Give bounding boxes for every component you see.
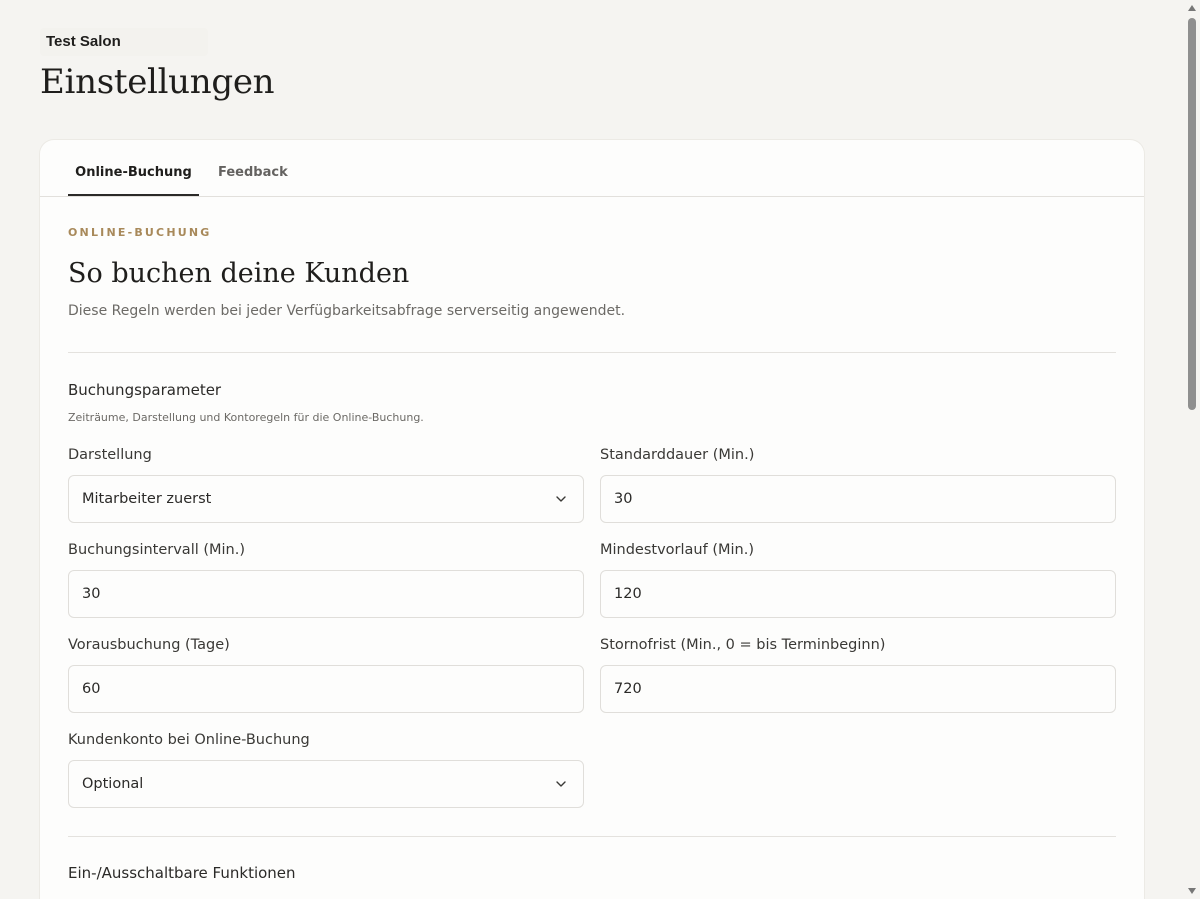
tab-online-buchung[interactable]: Online-Buchung	[68, 140, 199, 196]
chevron-down-icon	[556, 496, 566, 502]
kundenkonto-select-value: Optional	[82, 776, 144, 792]
standarddauer-field[interactable]: 30	[600, 475, 1116, 523]
tab-bar: Online-Buchung Feedback	[40, 140, 1144, 197]
darstellung-select-value: Mitarbeiter zuerst	[82, 491, 212, 507]
vorausbuchung-value: 60	[82, 681, 101, 697]
label-kundenkonto: Kundenkonto bei Online-Buchung	[68, 732, 310, 748]
scrollbar-thumb[interactable]	[1188, 18, 1196, 410]
scroll-down-arrow-icon[interactable]	[1188, 888, 1196, 894]
section-eyebrow: ONLINE-BUCHUNG	[68, 226, 212, 239]
settings-card: Online-Buchung Feedback ONLINE-BUCHUNG S…	[40, 140, 1144, 899]
group-title-buchungsparameter: Buchungsparameter	[68, 381, 222, 399]
tab-feedback[interactable]: Feedback	[218, 140, 288, 196]
standarddauer-value: 30	[614, 491, 633, 507]
page-title: Einstellungen	[40, 62, 275, 102]
divider	[68, 836, 1116, 837]
label-stornofrist: Stornofrist (Min., 0 = bis Terminbeginn)	[600, 637, 886, 653]
chevron-down-icon	[556, 781, 566, 787]
mindestvorlauf-value: 120	[614, 586, 642, 602]
salon-name: Test Salon	[40, 28, 208, 56]
label-vorausbuchung: Vorausbuchung (Tage)	[68, 637, 230, 653]
label-standarddauer: Standarddauer (Min.)	[600, 447, 755, 463]
group-title-funktionen: Ein-/Ausschaltbare Funktionen	[68, 864, 296, 882]
label-buchungsintervall: Buchungsintervall (Min.)	[68, 542, 246, 558]
section-description: Diese Regeln werden bei jeder Verfügbark…	[68, 303, 626, 319]
section-heading: So buchen deine Kunden	[68, 258, 410, 289]
page-scrollbar[interactable]	[1184, 0, 1200, 899]
settings-page: Test Salon Einstellungen Online-Buchung …	[0, 0, 1200, 899]
stornofrist-value: 720	[614, 681, 642, 697]
stornofrist-field[interactable]: 720	[600, 665, 1116, 713]
kundenkonto-select[interactable]: Optional	[68, 760, 584, 808]
label-darstellung: Darstellung	[68, 447, 152, 463]
label-mindestvorlauf: Mindestvorlauf (Min.)	[600, 542, 754, 558]
vorausbuchung-field[interactable]: 60	[68, 665, 584, 713]
scroll-up-arrow-icon[interactable]	[1188, 5, 1196, 11]
mindestvorlauf-field[interactable]: 120	[600, 570, 1116, 618]
buchungsintervall-value: 30	[82, 586, 101, 602]
group-description-buchungsparameter: Zeiträume, Darstellung und Kontoregeln f…	[68, 411, 424, 424]
divider	[68, 352, 1116, 353]
darstellung-select[interactable]: Mitarbeiter zuerst	[68, 475, 584, 523]
buchungsintervall-field[interactable]: 30	[68, 570, 584, 618]
